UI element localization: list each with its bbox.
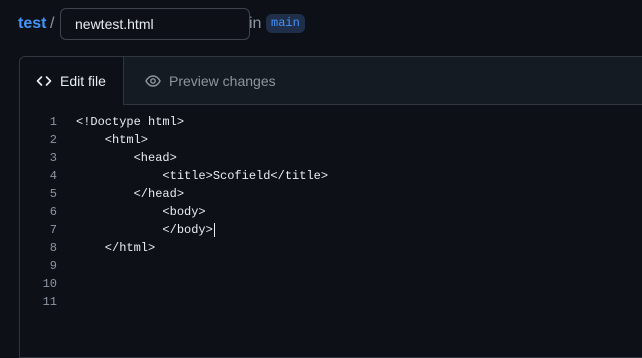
eye-icon (145, 74, 161, 87)
code-icon (36, 76, 52, 86)
tab-preview-changes-label: Preview changes (169, 72, 276, 89)
code-line[interactable]: 3 <head> (20, 149, 642, 167)
code-line[interactable]: 1 <!Doctype html> (20, 113, 642, 131)
line-code: <head> (76, 151, 177, 165)
line-number: 8 (49, 241, 57, 255)
line-code: <title>Scofield</title> (76, 169, 329, 183)
in-label: in (249, 15, 262, 32)
line-number: 3 (49, 151, 57, 165)
line-number: 2 (49, 133, 57, 147)
repo-link[interactable]: test (18, 15, 46, 33)
editor-panel: Edit file Preview changes 1 <!Doctype htm… (19, 56, 642, 358)
line-code: <!Doctype html> (76, 115, 185, 129)
line-number: 10 (42, 277, 57, 291)
code-line[interactable]: 10 (20, 275, 642, 293)
line-code: <body> (76, 205, 206, 219)
code-line[interactable]: 2 <html> (20, 131, 642, 149)
text-cursor (213, 222, 215, 237)
filename-input[interactable] (60, 8, 250, 40)
branch-badge: main (266, 14, 305, 33)
line-number: 9 (49, 259, 57, 273)
line-number: 7 (49, 223, 57, 237)
line-number: 5 (49, 187, 57, 201)
code-line[interactable]: 9 (20, 257, 642, 275)
code-line[interactable]: 4 <title>Scofield</title> (20, 167, 642, 185)
line-code: <html> (76, 133, 149, 147)
line-number: 11 (42, 295, 57, 309)
breadcrumb-separator: / (50, 15, 55, 32)
code-line[interactable]: 8 </html> (20, 239, 642, 257)
code-editor[interactable]: 1 <!Doctype html> 2 <html> 3 <head> 4 <title… (20, 113, 642, 311)
line-code: </html> (76, 241, 156, 255)
code-line[interactable]: 11 (20, 293, 642, 311)
line-code: </head> (76, 187, 185, 201)
tab-preview-changes[interactable]: Preview changes (145, 57, 295, 104)
code-line[interactable]: 7 </body> (20, 221, 642, 239)
tab-edit-file[interactable]: Edit file (20, 57, 124, 105)
line-number: 1 (49, 115, 57, 129)
code-line[interactable]: 5 </head> (20, 185, 642, 203)
line-code: </body> (76, 222, 215, 237)
tab-edit-file-label: Edit file (60, 73, 106, 89)
line-number: 4 (49, 169, 57, 183)
line-number: 6 (49, 205, 57, 219)
code-line[interactable]: 6 <body> (20, 203, 642, 221)
breadcrumb: test / in main (0, 0, 642, 48)
editor-tabbar: Edit file Preview changes (20, 57, 642, 105)
